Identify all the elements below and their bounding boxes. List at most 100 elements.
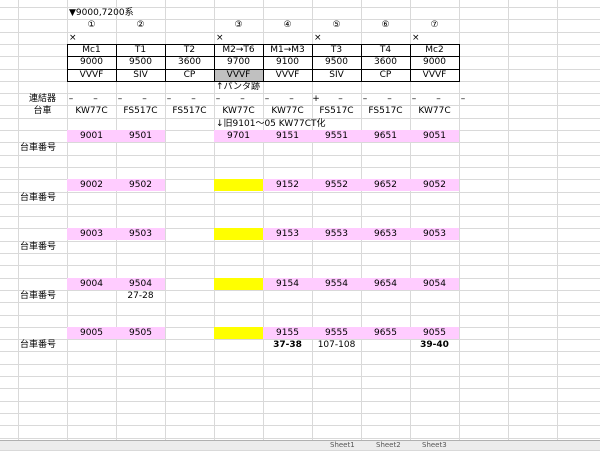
coupler-mark[interactable]: – — [237, 93, 249, 105]
sheet-tab[interactable]: Sheet2 — [376, 441, 401, 449]
car-number[interactable]: ① — [67, 19, 116, 31]
car-number-cell[interactable]: 9004 — [67, 278, 116, 290]
bogie-type[interactable]: KW77C — [67, 105, 116, 117]
car-number[interactable]: ⑦ — [410, 19, 459, 31]
car-number-cell[interactable]: 9153 — [263, 228, 312, 240]
car-number-cell[interactable]: 9002 — [67, 179, 116, 191]
car-number-cell[interactable]: 9652 — [361, 179, 410, 191]
sheet-tab[interactable]: Sheet1 — [330, 441, 355, 449]
coupler-mark[interactable]: – — [457, 93, 469, 105]
bogie-type[interactable]: FS517C — [165, 105, 214, 117]
coupler-mark[interactable]: – — [90, 93, 102, 105]
car-number-cell[interactable] — [214, 228, 263, 240]
old-bogie-note[interactable]: ↓旧9101～05 KW77CT化 — [214, 118, 410, 130]
bogie-number[interactable]: 39-40 — [410, 339, 459, 351]
coupler-mark[interactable]: – — [114, 93, 126, 105]
car-number-cell[interactable]: 9155 — [263, 327, 312, 339]
car-number-cell[interactable]: 9055 — [410, 327, 459, 339]
coupler-mark[interactable]: – — [384, 93, 396, 105]
coupler-mark[interactable]: – — [139, 93, 151, 105]
coupler-mark[interactable]: – — [335, 93, 347, 105]
bogie-type[interactable]: FS517C — [361, 105, 410, 117]
car-number-cell[interactable] — [165, 228, 214, 240]
coupler-mark[interactable]: – — [261, 93, 273, 105]
car-number-cell[interactable]: 9504 — [116, 278, 165, 290]
car-number-cell[interactable] — [165, 130, 214, 142]
pantograph-note[interactable]: ↑パンタ跡 — [214, 81, 312, 93]
bogie-number-label[interactable]: 台車番号 — [18, 241, 67, 253]
car-number-cell[interactable]: 9654 — [361, 278, 410, 290]
car-number[interactable]: ⑤ — [312, 19, 361, 31]
coupler-mark[interactable]: – — [408, 93, 420, 105]
coupler-mark[interactable]: – — [188, 93, 200, 105]
bogie-number[interactable]: 107-108 — [312, 339, 361, 351]
bogie-type[interactable]: KW77C — [214, 105, 263, 117]
coupler-mark[interactable]: – — [163, 93, 175, 105]
car-number-cell[interactable]: 9555 — [312, 327, 361, 339]
coupling-mark[interactable] — [263, 32, 312, 44]
car-number-cell[interactable] — [165, 327, 214, 339]
coupling-mark[interactable]: × — [214, 32, 263, 44]
car-number-cell[interactable]: 9701 — [214, 130, 263, 142]
car-number-cell[interactable] — [165, 179, 214, 191]
car-number[interactable]: ② — [116, 19, 165, 31]
car-number-cell[interactable] — [214, 327, 263, 339]
coupling-mark[interactable]: × — [312, 32, 361, 44]
car-number-cell[interactable] — [214, 278, 263, 290]
car-number[interactable]: ④ — [263, 19, 312, 31]
bogie-number-label[interactable]: 台車番号 — [18, 142, 67, 154]
car-number-cell[interactable]: 9503 — [116, 228, 165, 240]
sheet-tab-bar[interactable]: Sheet1 Sheet2 Sheet3 — [0, 440, 600, 450]
car-number-cell[interactable]: 9653 — [361, 228, 410, 240]
car-number-cell[interactable]: 9053 — [410, 228, 459, 240]
coupler-mark[interactable]: – — [212, 93, 224, 105]
bogie-label[interactable]: 台車 — [18, 105, 67, 117]
car-number-cell[interactable]: 9152 — [263, 179, 312, 191]
car-number-cell[interactable]: 9552 — [312, 179, 361, 191]
bogie-number[interactable]: 27-28 — [116, 290, 165, 302]
bogie-type[interactable]: FS517C — [312, 105, 361, 117]
car-number-cell[interactable]: 9151 — [263, 130, 312, 142]
car-number-cell[interactable]: 9501 — [116, 130, 165, 142]
car-number-cell[interactable]: 9551 — [312, 130, 361, 142]
car-number-cell[interactable]: 9655 — [361, 327, 410, 339]
sheet-title[interactable]: ▼9000,7200系 — [67, 7, 214, 19]
car-number-cell[interactable]: 9003 — [67, 228, 116, 240]
bogie-number-label[interactable]: 台車番号 — [18, 192, 67, 204]
car-number-cell[interactable]: 9505 — [116, 327, 165, 339]
car-number-cell[interactable]: 9154 — [263, 278, 312, 290]
coupler-mark[interactable]: – — [286, 93, 298, 105]
coupler-label[interactable]: 連結器 — [18, 93, 67, 105]
sheet-tab[interactable]: Sheet3 — [422, 441, 447, 449]
coupler-mark[interactable]: + — [310, 93, 322, 105]
coupler-mark[interactable]: – — [433, 93, 445, 105]
car-number-cell[interactable]: 9052 — [410, 179, 459, 191]
car-number-cell[interactable]: 9651 — [361, 130, 410, 142]
bogie-type[interactable]: KW77C — [410, 105, 459, 117]
coupling-mark[interactable]: × — [410, 32, 459, 44]
coupling-mark[interactable]: × — [67, 32, 116, 44]
car-number-cell[interactable]: 9054 — [410, 278, 459, 290]
bogie-number-label[interactable]: 台車番号 — [18, 290, 67, 302]
car-number[interactable]: ③ — [214, 19, 263, 31]
coupler-mark[interactable]: – — [65, 93, 77, 105]
spreadsheet-grid[interactable]: ▼9000,7200系 ① × ② ③ × ④ ⑤ × ⑥ ⑦ × Mc1 9000 VVVF T1 9500 S… — [0, 0, 600, 451]
car-number-cell[interactable]: 9051 — [410, 130, 459, 142]
coupling-mark[interactable] — [361, 32, 410, 44]
coupling-mark[interactable] — [116, 32, 165, 44]
bogie-number-label[interactable]: 台車番号 — [18, 339, 67, 351]
bogie-number[interactable]: 37-38 — [263, 339, 312, 351]
car-number-cell[interactable]: 9554 — [312, 278, 361, 290]
car-number-cell[interactable]: 9001 — [67, 130, 116, 142]
bogie-type[interactable]: FS517C — [116, 105, 165, 117]
car-number[interactable] — [165, 19, 214, 31]
coupling-mark[interactable] — [165, 32, 214, 44]
car-number-cell[interactable]: 9005 — [67, 327, 116, 339]
car-number-cell[interactable]: 9502 — [116, 179, 165, 191]
coupler-mark[interactable]: – — [359, 93, 371, 105]
car-number-cell[interactable] — [214, 179, 263, 191]
car-number-cell[interactable] — [165, 278, 214, 290]
car-number-cell[interactable]: 9553 — [312, 228, 361, 240]
car-number[interactable]: ⑥ — [361, 19, 410, 31]
bogie-type[interactable]: KW77C — [263, 105, 312, 117]
